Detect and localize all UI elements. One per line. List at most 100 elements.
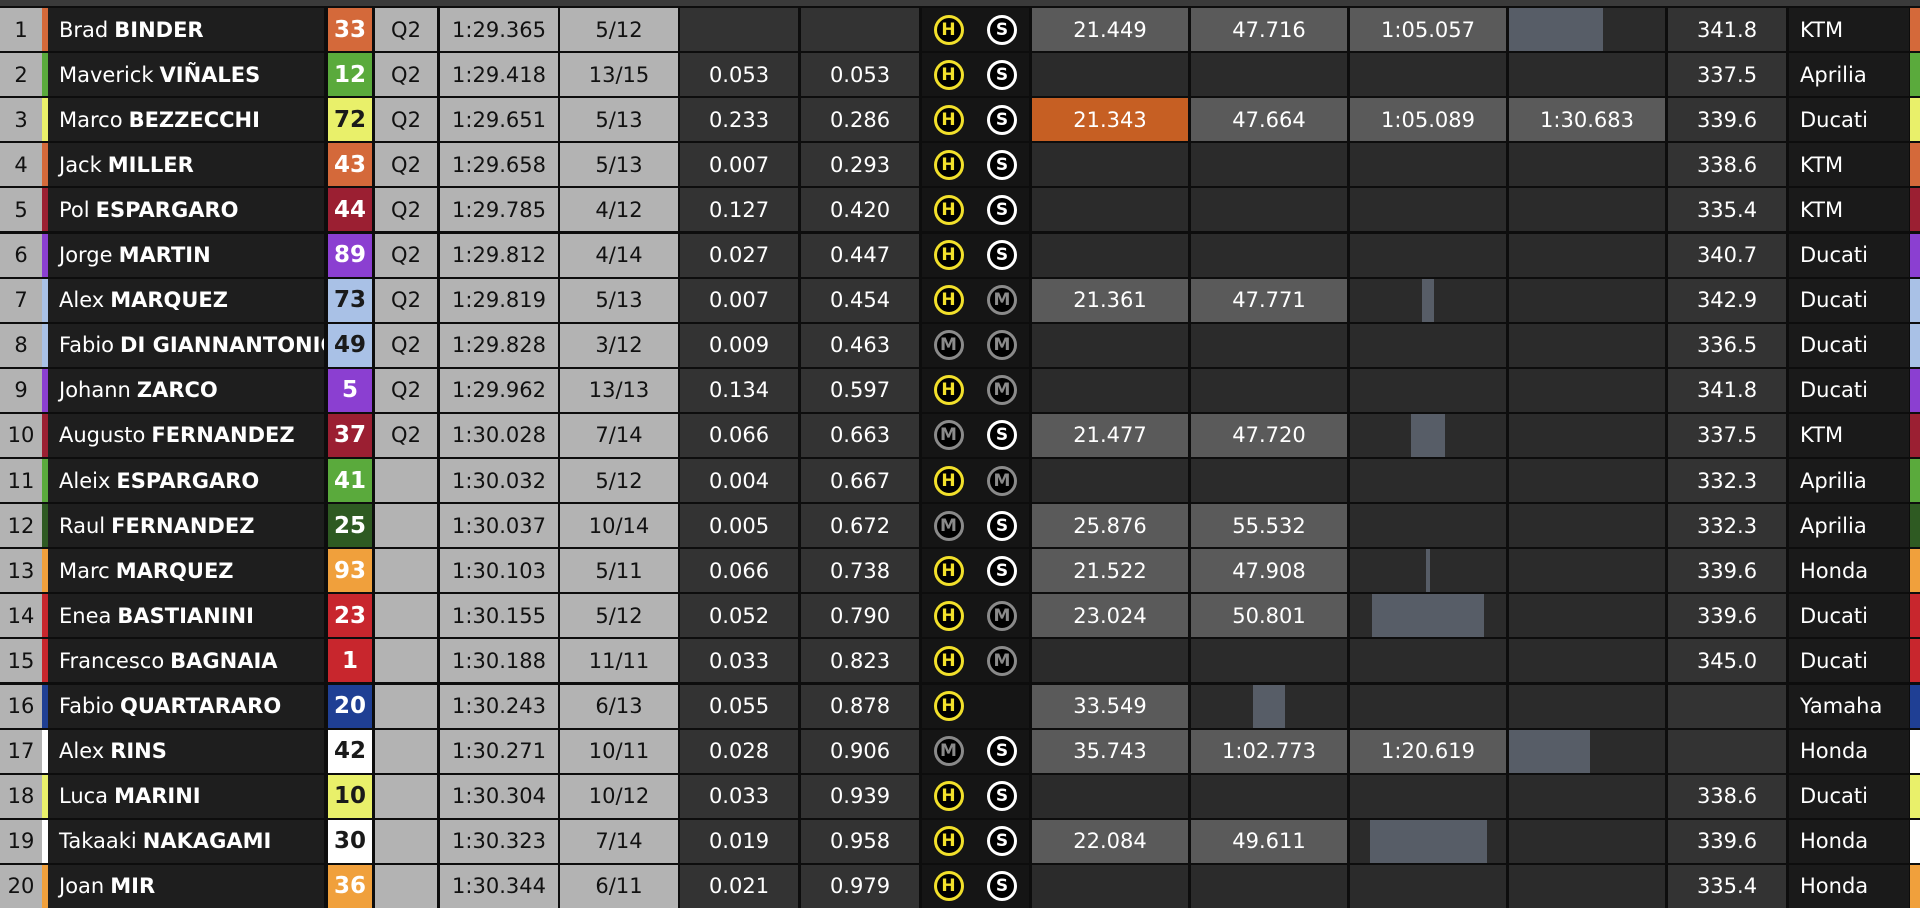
manufacturer-cell: Honda — [1789, 819, 1909, 863]
laps-cell: 10/11 — [560, 729, 678, 773]
sector-4-cell — [1509, 143, 1665, 187]
qualifying-session-cell — [375, 639, 437, 683]
sector-4-cell — [1509, 8, 1665, 51]
sector-3-cell — [1350, 819, 1506, 863]
rider-first-name: Pol — [59, 197, 90, 222]
table-row[interactable]: 7 Alex MARQUEZ 73 Q2 1:29.819 5/13 0.007… — [0, 278, 1920, 322]
tyre-soft-icon: S — [987, 420, 1017, 451]
sector-3-cell — [1350, 188, 1506, 232]
tyre-hard-icon: H — [933, 285, 964, 316]
sector-2-cell — [1191, 368, 1347, 412]
team-edge-strip — [1910, 233, 1920, 277]
sector-1-cell — [1032, 774, 1188, 818]
sector-2-cell — [1191, 459, 1347, 502]
rear-tyre-cell: S — [975, 864, 1029, 908]
rider-last-name: VIÑALES — [159, 62, 261, 87]
table-row[interactable]: 5 Pol ESPARGARO 44 Q2 1:29.785 4/12 0.12… — [0, 188, 1920, 232]
table-row[interactable]: 16 Fabio QUARTARARO 20 1:30.243 6/13 0.0… — [0, 684, 1920, 728]
table-row[interactable]: 3 Marco BEZZECCHI 72 Q2 1:29.651 5/13 0.… — [0, 98, 1920, 142]
sector-2-cell: 49.611 — [1191, 819, 1347, 863]
team-edge-strip — [1910, 323, 1920, 367]
best-lap-cell: 1:30.155 — [440, 594, 558, 638]
top-speed-cell: 345.0 — [1668, 639, 1786, 683]
table-row[interactable]: 4 Jack MILLER 43 Q2 1:29.658 5/13 0.007 … — [0, 143, 1920, 187]
front-tyre-cell: H — [922, 188, 975, 232]
qualifying-session-cell: Q2 — [375, 143, 437, 187]
laps-cell: 13/15 — [560, 53, 678, 97]
best-lap-cell: 1:30.028 — [440, 413, 558, 457]
rider-number-badge: 73 — [328, 278, 372, 322]
front-tyre-cell: H — [922, 98, 975, 142]
table-row[interactable]: 18 Luca MARINI 10 1:30.304 10/12 0.033 0… — [0, 774, 1920, 818]
table-row[interactable]: 9 Johann ZARCO 5 Q2 1:29.962 13/13 0.134… — [0, 368, 1920, 412]
laps-cell: 6/11 — [560, 864, 678, 908]
position-cell: 8 — [0, 323, 42, 367]
laps-cell: 11/11 — [560, 639, 678, 683]
qualifying-session-cell — [375, 864, 437, 908]
sector-4-cell — [1509, 459, 1665, 502]
qualifying-session-cell — [375, 504, 437, 548]
rider-last-name: RINS — [110, 739, 167, 764]
rider-name-cell: Fabio DI GIANNANTONIO — [48, 323, 324, 367]
sector-1-cell: 23.024 — [1032, 594, 1188, 638]
sector-2-cell: 50.801 — [1191, 594, 1347, 638]
sector-progress-bar — [1421, 278, 1435, 322]
rear-tyre-cell: S — [975, 819, 1029, 863]
sector-2-cell — [1191, 53, 1347, 97]
sector-2-cell — [1191, 188, 1347, 232]
manufacturer-cell: Ducati — [1789, 278, 1909, 322]
table-row[interactable]: 20 Joan MIR 36 1:30.344 6/11 0.021 0.979… — [0, 864, 1920, 908]
top-speed-cell: 332.3 — [1668, 459, 1786, 502]
gap-first-cell: 0.597 — [801, 368, 919, 412]
gap-previous-cell: 0.033 — [680, 774, 798, 818]
gap-first-cell: 0.667 — [801, 459, 919, 502]
rider-first-name: Brad — [59, 17, 109, 42]
sector-3-cell — [1350, 53, 1506, 97]
rider-first-name: Luca — [59, 784, 109, 809]
sector-3-cell — [1350, 413, 1506, 457]
sector-2-cell: 1:02.773 — [1191, 729, 1347, 773]
rider-last-name: MIR — [110, 874, 156, 899]
tyre-soft-icon: S — [987, 59, 1017, 90]
table-row[interactable]: 6 Jorge MARTIN 89 Q2 1:29.812 4/14 0.027… — [0, 233, 1920, 277]
rider-number-badge: 37 — [328, 413, 372, 457]
rider-number-badge: 72 — [328, 98, 372, 142]
rider-number-badge: 23 — [328, 594, 372, 638]
sector-4-cell — [1509, 368, 1665, 412]
best-lap-cell: 1:30.188 — [440, 639, 558, 683]
sector-4-cell — [1509, 233, 1665, 277]
rider-number-badge: 33 — [328, 8, 372, 51]
table-row[interactable]: 19 Takaaki NAKAGAMI 30 1:30.323 7/14 0.0… — [0, 819, 1920, 863]
team-edge-strip — [1910, 819, 1920, 863]
top-speed-cell: 339.6 — [1668, 549, 1786, 593]
sector-4-cell: 1:30.683 — [1509, 98, 1665, 142]
qualifying-session-cell: Q2 — [375, 53, 437, 97]
sector-3-cell — [1350, 774, 1506, 818]
sector-1-cell: 35.743 — [1032, 729, 1188, 773]
manufacturer-cell: KTM — [1789, 413, 1909, 457]
table-row[interactable]: 1 Brad BINDER 33 Q2 1:29.365 5/12 H S 21… — [0, 8, 1920, 51]
best-lap-cell: 1:30.243 — [440, 684, 558, 728]
header-strip — [0, 0, 1920, 6]
rider-name-cell: Augusto FERNANDEZ — [48, 413, 324, 457]
table-row[interactable]: 13 Marc MARQUEZ 93 1:30.103 5/11 0.066 0… — [0, 549, 1920, 593]
qualifying-session-cell: Q2 — [375, 98, 437, 142]
team-edge-strip — [1910, 8, 1920, 51]
table-row[interactable]: 2 Maverick VIÑALES 12 Q2 1:29.418 13/15 … — [0, 53, 1920, 97]
gap-previous-cell: 0.055 — [680, 684, 798, 728]
table-row[interactable]: 8 Fabio DI GIANNANTONIO 49 Q2 1:29.828 3… — [0, 323, 1920, 367]
team-edge-strip — [1910, 413, 1920, 457]
sector-4-cell — [1509, 864, 1665, 908]
table-row[interactable]: 17 Alex RINS 42 1:30.271 10/11 0.028 0.9… — [0, 729, 1920, 773]
rear-tyre-cell: M — [975, 459, 1029, 502]
tyre-soft-icon: S — [987, 555, 1017, 586]
table-row[interactable]: 11 Aleix ESPARGARO 41 1:30.032 5/12 0.00… — [0, 459, 1920, 502]
rear-tyre-cell: S — [975, 53, 1029, 97]
sector-1-cell — [1032, 459, 1188, 502]
position-cell: 7 — [0, 278, 42, 322]
table-row[interactable]: 12 Raul FERNANDEZ 25 1:30.037 10/14 0.00… — [0, 504, 1920, 548]
table-row[interactable]: 10 Augusto FERNANDEZ 37 Q2 1:30.028 7/14… — [0, 413, 1920, 457]
laps-cell: 5/12 — [560, 594, 678, 638]
table-row[interactable]: 15 Francesco BAGNAIA 1 1:30.188 11/11 0.… — [0, 639, 1920, 683]
table-row[interactable]: 14 Enea BASTIANINI 23 1:30.155 5/12 0.05… — [0, 594, 1920, 638]
